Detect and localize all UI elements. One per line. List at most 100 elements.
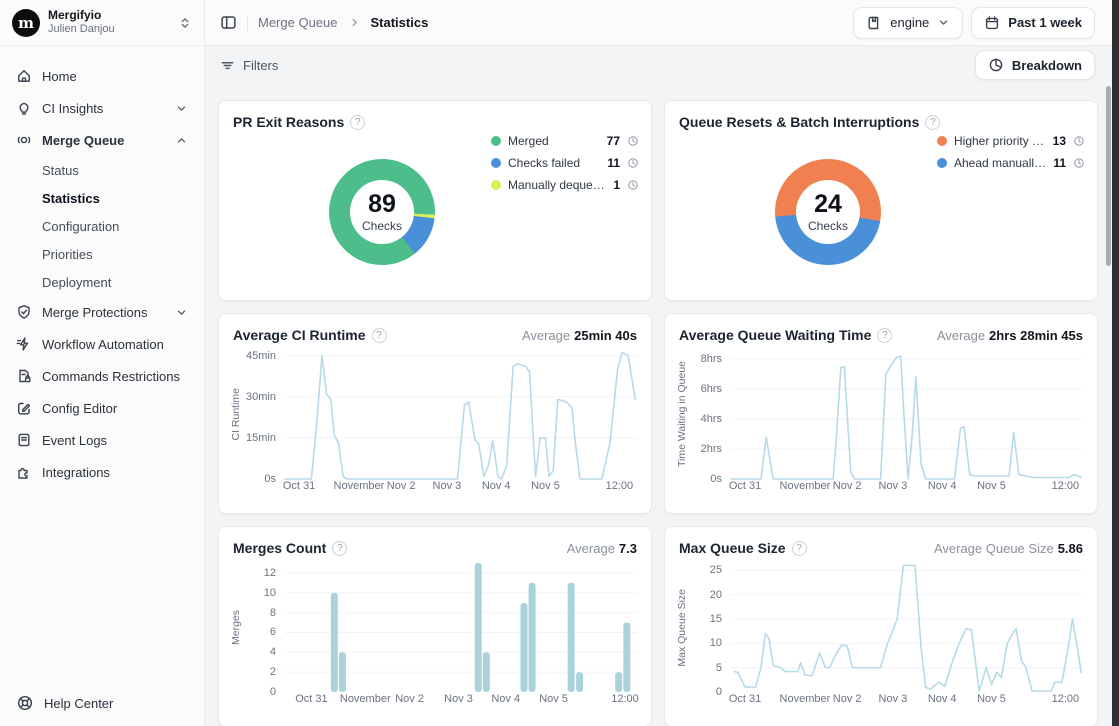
x-tick-label: Nov 3 [879, 693, 908, 705]
help-icon[interactable] [350, 115, 365, 130]
home-icon [16, 68, 32, 84]
sidebar-item-commands-restrictions[interactable]: Commands Restrictions [8, 360, 196, 392]
x-tick-label: Nov 5 [539, 693, 568, 705]
x-tick-label: Nov 3 [879, 480, 908, 492]
sidebar-subitem-deployment[interactable]: Deployment [8, 268, 196, 296]
donut-legend: Higher priority q…13 Ahead manually …11 [937, 134, 1085, 170]
date-range-button[interactable]: Past 1 week [971, 7, 1095, 39]
legend-item[interactable]: Manually dequeued1 [491, 178, 639, 192]
org-avatar: m [12, 9, 40, 37]
legend-dot [937, 158, 947, 168]
clock-icon[interactable] [627, 179, 639, 191]
line-series [731, 350, 1083, 479]
sidebar-item-config-editor[interactable]: Config Editor [8, 392, 196, 424]
legend-label: Higher priority q… [954, 134, 1046, 148]
y-tick-label: 5 [716, 662, 722, 674]
legend-label: Manually dequeued [508, 178, 606, 192]
legend-item[interactable]: Higher priority q…13 [937, 134, 1085, 148]
toolbar: Filters Breakdown [205, 46, 1119, 84]
chevron-right-icon [348, 16, 361, 29]
merge-queue-icon [16, 132, 32, 148]
scrollbar-thumb[interactable] [1106, 86, 1111, 266]
sidebar-item-label: Merge Queue [42, 133, 124, 148]
sidebar-subitem-status[interactable]: Status [8, 156, 196, 184]
breadcrumb-parent[interactable]: Merge Queue [258, 15, 338, 30]
sidebar-toggle-icon[interactable] [220, 14, 237, 31]
help-icon[interactable] [877, 328, 892, 343]
sidebar-item-ci-insights[interactable]: CI Insights [8, 92, 196, 124]
sidebar-item-home[interactable]: Home [8, 60, 196, 92]
sidebar-item-label: Config Editor [42, 401, 117, 416]
help-icon[interactable] [332, 541, 347, 556]
y-tick-label: 12 [264, 567, 276, 579]
line-series [285, 350, 637, 479]
legend-label: Merged [508, 134, 600, 148]
edit-icon [16, 400, 32, 416]
y-tick-label: 8hrs [701, 353, 722, 365]
legend-item[interactable]: Checks failed11 [491, 156, 639, 170]
legend-item[interactable]: Ahead manually …11 [937, 156, 1085, 170]
bar-series [285, 563, 637, 692]
sidebar-subitem-priorities[interactable]: Priorities [8, 240, 196, 268]
y-tick-label: 15 [710, 613, 722, 625]
sidebar-subitem-configuration[interactable]: Configuration [8, 212, 196, 240]
sidebar-item-label: Integrations [42, 465, 110, 480]
donut-chart: 24 Checks [775, 159, 881, 265]
clock-icon[interactable] [1073, 157, 1085, 169]
x-tick-label: Oct 31 [283, 480, 315, 492]
filters-button[interactable]: Filters [220, 58, 278, 73]
y-tick-label: 4 [270, 646, 276, 658]
legend-label: Checks failed [508, 156, 600, 170]
sidebar: m Mergifyio Julien Danjou Home CI Insight… [0, 0, 205, 726]
y-axis-title: Merges [230, 610, 242, 645]
sidebar-item-integrations[interactable]: Integrations [8, 456, 196, 488]
legend-value: 11 [1053, 156, 1066, 170]
y-tick-label: 8 [270, 607, 276, 619]
donut-total: 24 [814, 191, 842, 219]
org-switcher[interactable]: m Mergifyio Julien Danjou [0, 0, 204, 46]
y-tick-label: 0s [710, 473, 722, 485]
lifebuoy-icon [16, 694, 34, 712]
y-tick-label: 0 [270, 686, 276, 698]
x-tick-label: 12:00 [1052, 480, 1080, 492]
clock-icon[interactable] [1073, 135, 1085, 147]
sidebar-nav: Home CI Insights Merge Queue StatusStatisti… [0, 46, 204, 680]
sidebar-item-workflow-automation[interactable]: Workflow Automation [8, 328, 196, 360]
main-area: Merge Queue Statistics engine Past 1 wee… [205, 0, 1119, 726]
sidebar-item-merge-queue[interactable]: Merge Queue [8, 124, 196, 156]
x-tick-label: Nov 3 [444, 693, 473, 705]
repo-select[interactable]: engine [853, 7, 963, 39]
filter-icon [220, 58, 235, 73]
repo-select-value: engine [890, 15, 929, 30]
sidebar-subitem-statistics[interactable]: Statistics [8, 184, 196, 212]
sidebar-item-label: Workflow Automation [42, 337, 164, 352]
legend-dot [491, 136, 501, 146]
donut-total-label: Checks [362, 219, 402, 233]
breakdown-button[interactable]: Breakdown [975, 50, 1095, 80]
unfold-icon[interactable] [178, 16, 192, 30]
x-tick-label: Nov 2 [387, 480, 416, 492]
x-tick-label: Oct 31 [729, 480, 761, 492]
help-icon[interactable] [792, 541, 807, 556]
clock-icon[interactable] [627, 157, 639, 169]
org-user: Julien Danjou [48, 23, 170, 36]
dashboard-grid: PR Exit Reasons 89 Checks Merged77Checks… [205, 84, 1119, 726]
bulb-icon [16, 100, 32, 116]
x-tick-label: November [780, 693, 831, 705]
sidebar-item-label: Commands Restrictions [42, 369, 180, 384]
clock-icon[interactable] [627, 135, 639, 147]
help-center-link[interactable]: Help Center [0, 680, 204, 726]
x-tick-label: Nov 2 [395, 693, 424, 705]
sidebar-item-merge-protections[interactable]: Merge Protections [8, 296, 196, 328]
average-value: Average Queue Size5.86 [934, 541, 1083, 556]
x-tick-label: 12:00 [606, 480, 634, 492]
help-icon[interactable] [372, 328, 387, 343]
legend-item[interactable]: Merged77 [491, 134, 639, 148]
sidebar-item-label: Home [42, 69, 77, 84]
sidebar-item-event-logs[interactable]: Event Logs [8, 424, 196, 456]
chevron-down-icon [175, 102, 188, 115]
average-value: Average25min 40s [522, 328, 637, 343]
help-icon[interactable] [925, 115, 940, 130]
x-tick-label: Nov 5 [531, 480, 560, 492]
line-series [731, 563, 1083, 692]
